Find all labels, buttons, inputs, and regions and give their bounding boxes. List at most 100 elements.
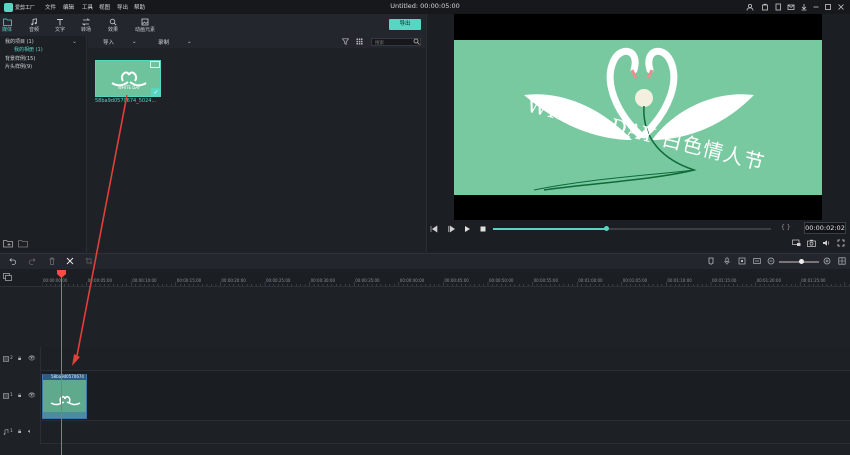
lock-icon[interactable]: 🔒︎ [18, 355, 21, 363]
document-icon[interactable] [773, 2, 783, 12]
volume-icon[interactable] [821, 238, 831, 248]
account-icon[interactable] [745, 2, 755, 12]
menu-export[interactable]: 导出 [117, 2, 128, 12]
display-settings-icon[interactable] [791, 238, 801, 248]
export-button[interactable]: 导出 [389, 19, 421, 30]
mail-icon[interactable] [786, 2, 796, 12]
video-track-icon [3, 393, 9, 399]
check-icon: ✓ [151, 88, 161, 97]
microphone-icon[interactable] [722, 256, 732, 266]
menu-edit[interactable]: 编辑 [63, 2, 74, 12]
chevron-down-icon[interactable]: ⌄ [72, 38, 77, 45]
record-dropdown[interactable]: 录制 ⌄ [158, 37, 192, 47]
step-back-icon[interactable] [429, 224, 439, 234]
music-note-icon [31, 17, 37, 25]
filter-icon[interactable] [342, 38, 349, 45]
snapshot-camera-icon[interactable] [806, 238, 816, 248]
tab-label: 效果 [107, 26, 118, 33]
playhead-handle[interactable] [57, 270, 66, 278]
clip-thumbnail-image [43, 375, 86, 418]
new-folder-icon[interactable] [3, 239, 13, 248]
eye-icon[interactable]: 👁︎ [28, 355, 36, 362]
video-clip[interactable] [42, 374, 87, 419]
audio-track-1[interactable] [0, 421, 850, 444]
undo-icon[interactable] [8, 256, 18, 266]
voiceover-icon[interactable] [737, 256, 747, 266]
folder-icon [2, 18, 12, 26]
logo-mark-icon [4, 2, 13, 12]
track-header-video-1: 1 🔒︎ 👁︎ [0, 371, 41, 421]
tree-item-backgrounds[interactable]: 背景样例(15) [5, 55, 35, 62]
crop-icon[interactable] [84, 256, 94, 266]
playback-progress-fill [493, 228, 607, 230]
stop-icon[interactable] [478, 224, 488, 234]
import-dropdown[interactable]: 导入 ⌄ [103, 37, 137, 47]
tab-elements[interactable]: 动画元素 [130, 14, 160, 36]
chevron-down-icon: ⌄ [187, 39, 192, 45]
menu-file[interactable]: 文件 [45, 2, 56, 12]
tree-item-intros[interactable]: 片头样例(9) [5, 63, 32, 70]
eye-icon[interactable]: 👁︎ [28, 392, 36, 399]
ruler-ticks [42, 282, 850, 286]
tab-label: 文字 [54, 26, 65, 33]
playhead-line[interactable] [61, 275, 62, 455]
mark-in-out-brackets[interactable]: { } [781, 224, 791, 231]
tab-label: 媒体 [1, 26, 12, 33]
redo-icon[interactable] [27, 256, 37, 266]
delete-icon[interactable] [47, 256, 57, 266]
image-type-icon [150, 61, 160, 68]
fullscreen-icon[interactable] [836, 238, 846, 248]
cart-icon[interactable] [760, 2, 770, 12]
timeline-grid-icon[interactable] [837, 256, 847, 266]
logo-text: 爱剪工厂 [15, 4, 36, 11]
music-note-icon [3, 429, 9, 435]
minimize-icon[interactable] [811, 2, 821, 12]
search-icon[interactable] [413, 38, 420, 45]
window-title: Untitled: 00:00:05:00 [390, 2, 460, 10]
maximize-icon[interactable] [823, 2, 833, 12]
record-label: 录制 [158, 40, 170, 46]
marker-icon[interactable] [706, 256, 716, 266]
grid-view-icon[interactable] [356, 38, 363, 45]
zoom-slider-handle[interactable] [798, 259, 804, 264]
menu-tools[interactable]: 工具 [82, 2, 93, 12]
download-icon[interactable] [799, 2, 809, 12]
video-track-icon [3, 356, 9, 362]
play-icon[interactable] [462, 224, 472, 234]
video-track-2[interactable] [0, 347, 850, 371]
tree-item-my-projects[interactable]: 我的项目 (1) [5, 38, 34, 45]
media-filename: 58ba9d0570674_5024... [95, 98, 157, 104]
app-logo: 爱剪工厂 [4, 2, 40, 12]
tree-item-my-album[interactable]: 我的相册 (1) [14, 46, 43, 53]
zoom-in-icon[interactable] [822, 256, 832, 266]
import-label: 导入 [103, 40, 115, 46]
folder-icon[interactable] [18, 239, 28, 248]
speaker-icon[interactable]: 🔈︎ [28, 428, 32, 436]
effects-icon [109, 18, 117, 25]
text-icon [57, 18, 63, 25]
track-header-video-2: 2 🔒︎ 👁︎ [0, 347, 41, 371]
video-track-1[interactable] [0, 371, 850, 421]
lock-icon[interactable]: 🔒︎ [18, 428, 21, 436]
preview-timecode: 00:00:02:02 [804, 222, 846, 234]
lock-icon[interactable]: 🔒︎ [18, 392, 21, 400]
chevron-down-icon: ⌄ [132, 39, 137, 45]
svg-text:WHITE DAY: WHITE DAY [118, 85, 141, 90]
track-number: 1 [10, 429, 13, 434]
tab-effects[interactable]: 效果 [98, 14, 128, 36]
zoom-out-icon[interactable] [766, 256, 776, 266]
step-forward-icon[interactable] [446, 224, 456, 234]
timeline-empty-area[interactable] [0, 287, 850, 347]
subtitle-icon[interactable] [752, 256, 762, 266]
tab-transition[interactable]: 转场 [71, 14, 101, 36]
track-number: 2 [10, 356, 13, 361]
menu-view[interactable]: 视图 [99, 2, 110, 12]
cut-scissors-icon[interactable] [65, 256, 75, 266]
track-number: 1 [10, 393, 13, 398]
menu-help[interactable]: 帮助 [134, 2, 145, 12]
tab-label: 动画元素 [134, 26, 155, 33]
tab-label: 转场 [80, 26, 91, 33]
add-track-icon[interactable] [3, 273, 12, 281]
transition-icon [82, 17, 90, 26]
close-icon[interactable] [836, 2, 846, 12]
